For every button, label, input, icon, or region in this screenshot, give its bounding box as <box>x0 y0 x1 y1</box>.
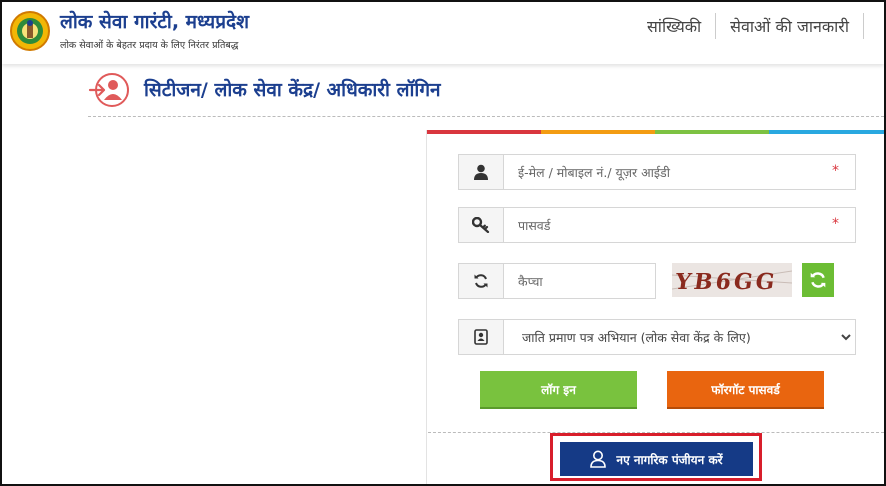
captcha-refresh-button[interactable] <box>802 263 834 297</box>
user-icon <box>459 155 504 189</box>
top-nav: सांख्यिकी सेवाओं की जानकारी <box>633 12 864 40</box>
required-mark: * <box>832 216 839 232</box>
site-header: लोक सेवा गारंटी, मध्यप्रदेश लोक सेवाओं क… <box>2 2 884 64</box>
page-title: सिटीजन/ लोक सेवा केंद्र/ अधिकारी लॉगिन <box>144 79 441 101</box>
key-icon <box>459 208 504 242</box>
color-stripe-blue <box>769 130 884 134</box>
login-button[interactable]: लॉग इन <box>480 371 637 407</box>
captcha-image: YB6GG <box>672 263 792 297</box>
color-stripe-red <box>427 130 541 134</box>
captcha-input[interactable] <box>504 263 650 299</box>
username-field-group: * <box>458 154 856 190</box>
register-button-label: नए नागरिक पंजीयन करें <box>616 452 723 467</box>
nav-statistics[interactable]: सांख्यिकी <box>633 15 715 37</box>
color-stripe-green <box>655 130 769 134</box>
site-title: लोक सेवा गारंटी, मध्यप्रदेश <box>60 11 250 33</box>
captcha-text: YB6GG <box>673 269 780 295</box>
password-field-group: * <box>458 207 856 243</box>
password-input[interactable] <box>504 207 820 243</box>
page: लोक सेवा गारंटी, मध्यप्रदेश लोक सेवाओं क… <box>0 0 886 486</box>
required-mark: * <box>832 163 839 179</box>
color-stripe-orange <box>541 130 655 134</box>
refresh-icon <box>459 264 504 298</box>
login-heading-bar: सिटीजन/ लोक सेवा केंद्र/ अधिकारी लॉगिन <box>88 66 884 117</box>
campaign-select-group: जाति प्रमाण पत्र अभियान (लोक सेवा केंद्र… <box>458 319 856 355</box>
nav-divider <box>863 13 864 39</box>
refresh-icon <box>810 272 826 288</box>
nav-services-info[interactable]: सेवाओं की जानकारी <box>716 15 863 37</box>
campaign-select[interactable]: जाति प्रमाण पत्र अभियान (लोक सेवा केंद्र… <box>504 320 854 354</box>
user-outline-icon <box>590 450 607 468</box>
register-button[interactable]: नए नागरिक पंजीयन करें <box>560 442 753 476</box>
forgot-password-button[interactable]: फॉरगॉट पासवर्ड <box>667 371 824 407</box>
mp-emblem-logo <box>10 11 50 51</box>
login-user-icon <box>88 73 129 107</box>
username-input[interactable] <box>504 154 820 190</box>
site-tagline: लोक सेवाओं के बेहतर प्रदाय के लिए निरंतर… <box>60 40 239 51</box>
contact-book-icon <box>459 320 504 354</box>
captcha-field-group <box>458 263 656 299</box>
